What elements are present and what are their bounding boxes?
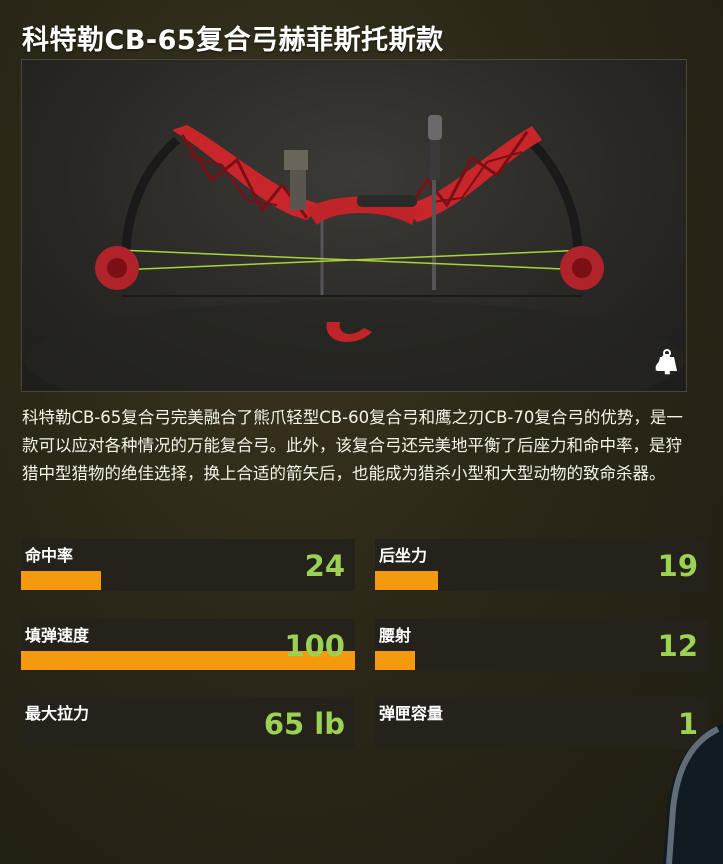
stat-reload-speed: 填弹速度 100 <box>21 619 355 671</box>
stat-bar <box>375 651 415 670</box>
item-preview: 4 <box>21 59 687 392</box>
stat-value: 100 <box>284 629 345 663</box>
weight-icon <box>656 349 677 371</box>
stat-value: 65 lb <box>263 707 345 741</box>
stat-max-draw-weight: 最大拉力 65 lb <box>21 697 355 749</box>
stat-accuracy: 命中率 24 <box>21 539 355 591</box>
stat-label: 填弹速度 <box>25 626 90 645</box>
stat-label: 最大拉力 <box>25 704 90 723</box>
compound-bow-image <box>25 115 685 391</box>
stat-label: 弹匣容量 <box>379 704 444 723</box>
corner-decoration <box>663 724 723 864</box>
stat-bar <box>375 571 439 590</box>
stat-bar <box>21 571 102 590</box>
stat-value: 12 <box>657 629 698 663</box>
stat-label: 命中率 <box>25 546 74 565</box>
stat-label: 后坐力 <box>379 546 428 565</box>
stat-value: 24 <box>304 549 345 583</box>
stat-hip-fire: 腰射 12 <box>375 619 708 671</box>
stat-label: 腰射 <box>379 626 412 645</box>
stat-recoil: 后坐力 19 <box>375 539 708 591</box>
item-title: 科特勒CB-65复合弓赫菲斯托斯款 <box>22 25 444 56</box>
stat-value: 19 <box>657 549 698 583</box>
weight-indicator: 4 <box>655 348 677 381</box>
item-description: 科特勒CB-65复合弓完美融合了熊爪轻型CB-60复合弓和鹰之刃CB-70复合弓… <box>22 408 683 483</box>
